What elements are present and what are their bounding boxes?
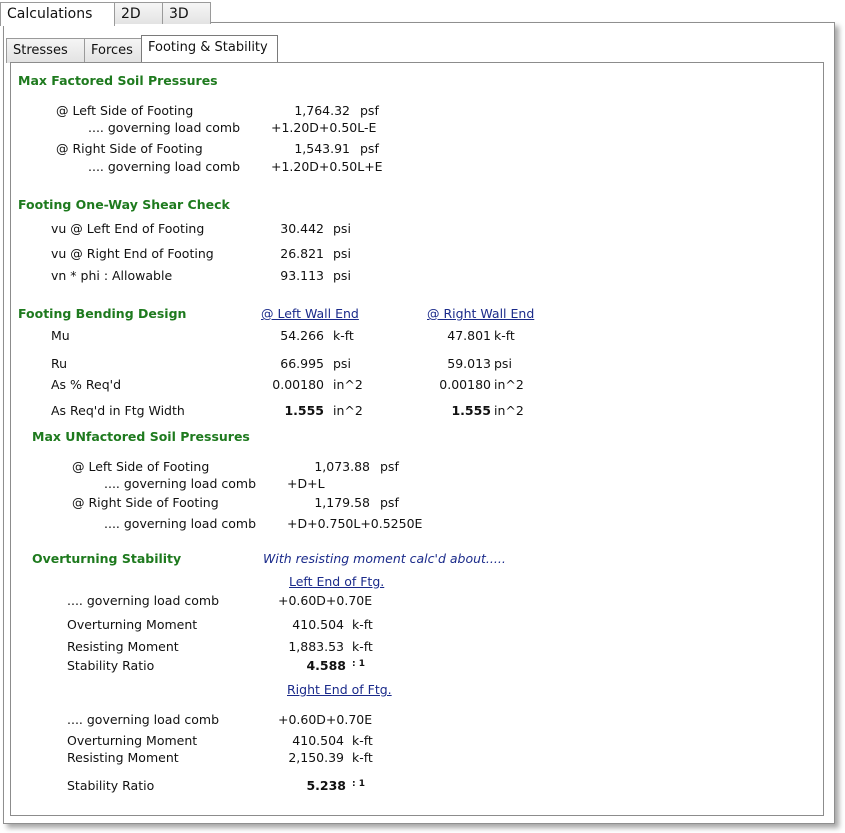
value-left-comb: +1.20D+0.50L-E: [271, 120, 377, 135]
value-ot-left-comb: +0.60D+0.70E: [278, 593, 373, 608]
section-title-shear: Footing One-Way Shear Check: [18, 197, 230, 212]
label-rm-right: Resisting Moment: [67, 750, 179, 765]
value-as-req-left: 1.555: [284, 403, 324, 418]
label-unf-left-side: @ Left Side of Footing: [72, 459, 210, 474]
value-ot-right-comb: +0.60D+0.70E: [278, 712, 373, 727]
value-unf-right-pressure: 1,179.58: [314, 495, 370, 510]
header-right-end-ftg[interactable]: Right End of Ftg.: [287, 683, 392, 697]
section-title-soil: Max Factored Soil Pressures: [18, 73, 218, 88]
label-ot-left-comb: .... governing load comb: [67, 593, 220, 608]
section-title-overturning: Overturning Stability: [32, 551, 182, 566]
label-vn: vn * phi : Allowable: [51, 268, 173, 283]
value-right-pressure: 1,543.91: [294, 141, 350, 156]
unit-as-req-left: in^2: [333, 403, 363, 418]
label-right-comb: .... governing load comb: [88, 159, 241, 174]
label-unf-right-comb: .... governing load comb: [104, 516, 257, 531]
value-ot-left-moment: 410.504: [292, 617, 344, 632]
label-ot-right-comb: .... governing load comb: [67, 712, 220, 727]
value-as-pct-left: 0.00180: [272, 377, 324, 392]
tab-3d[interactable]: 3D: [162, 2, 211, 24]
ratio-suffix-left: : 1: [352, 659, 365, 669]
label-as-pct: As % Req'd: [51, 377, 122, 392]
value-vn: 93.113: [280, 268, 324, 283]
value-unf-right-comb: +D+0.750L+0.5250E: [287, 516, 423, 531]
value-as-pct-right: 0.00180: [439, 377, 491, 392]
label-ru: Ru: [51, 356, 68, 371]
label-left-side: @ Left Side of Footing: [56, 103, 194, 118]
value-ot-right-moment: 410.504: [292, 733, 344, 748]
label-sr-right: Stability Ratio: [67, 778, 155, 793]
ratio-suffix-right: : 1: [352, 779, 365, 789]
label-unf-right-side: @ Right Side of Footing: [72, 495, 219, 510]
value-ru-left: 66.995: [280, 356, 324, 371]
overturning-note: With resisting moment calc'd about.....: [263, 551, 506, 566]
tab-calculations[interactable]: Calculations: [0, 2, 115, 26]
value-unf-left-comb: +D+L: [287, 476, 325, 491]
unit-ru-left: psi: [333, 356, 351, 371]
label-left-comb: .... governing load comb: [88, 120, 241, 135]
value-sr-right: 5.238: [306, 778, 346, 793]
unit-unf-left-pressure: psf: [380, 459, 399, 474]
label-vu-right: vu @ Right End of Footing: [51, 246, 214, 261]
label-ot-right-moment: Overturning Moment: [67, 733, 198, 748]
label-unf-left-comb: .... governing load comb: [104, 476, 257, 491]
unit-ru-right: psi: [494, 356, 512, 371]
subtab-forces[interactable]: Forces: [84, 38, 146, 63]
value-rm-right: 2,150.39: [288, 750, 344, 765]
label-rm-left: Resisting Moment: [67, 639, 179, 654]
subtab-stresses[interactable]: Stresses: [6, 38, 88, 63]
header-right-wall-end[interactable]: @ Right Wall End: [427, 307, 534, 321]
header-left-wall-end[interactable]: @ Left Wall End: [261, 307, 359, 321]
unit-ot-left-moment: k-ft: [352, 617, 373, 632]
value-mu-left: 54.266: [280, 328, 324, 343]
value-unf-left-pressure: 1,073.88: [314, 459, 370, 474]
value-vu-left: 30.442: [280, 221, 324, 236]
value-mu-right: 47.801: [447, 328, 491, 343]
section-title-unfactored: Max UNfactored Soil Pressures: [32, 429, 250, 444]
value-ru-right: 59.013: [447, 356, 491, 371]
label-mu: Mu: [51, 328, 70, 343]
unit-right-pressure: psf: [360, 141, 379, 156]
label-ot-left-moment: Overturning Moment: [67, 617, 198, 632]
unit-unf-right-pressure: psf: [380, 495, 399, 510]
label-vu-left: vu @ Left End of Footing: [51, 221, 205, 236]
unit-vu-left: psi: [333, 221, 351, 236]
value-left-pressure: 1,764.32: [294, 103, 350, 118]
unit-mu-right: k-ft: [494, 328, 515, 343]
unit-as-pct-left: in^2: [333, 377, 363, 392]
unit-rm-left: k-ft: [352, 639, 373, 654]
value-sr-left: 4.588: [306, 658, 346, 673]
section-title-bending: Footing Bending Design: [18, 306, 187, 321]
unit-rm-right: k-ft: [352, 750, 373, 765]
unit-left-pressure: psf: [360, 103, 379, 118]
unit-ot-right-moment: k-ft: [352, 733, 373, 748]
value-as-req-right: 1.555: [451, 403, 491, 418]
label-right-side: @ Right Side of Footing: [56, 141, 203, 156]
unit-vu-right: psi: [333, 246, 351, 261]
label-as-req: As Req'd in Ftg Width: [51, 403, 185, 418]
unit-mu-left: k-ft: [333, 328, 354, 343]
unit-vn: psi: [333, 268, 351, 283]
value-vu-right: 26.821: [280, 246, 324, 261]
unit-as-req-right: in^2: [494, 403, 524, 418]
tab-2d[interactable]: 2D: [114, 2, 163, 24]
subtab-footing-stability[interactable]: Footing & Stability: [141, 35, 278, 62]
header-left-end-ftg[interactable]: Left End of Ftg.: [289, 575, 384, 589]
value-rm-left: 1,883.53: [288, 639, 344, 654]
label-sr-left: Stability Ratio: [67, 658, 155, 673]
unit-as-pct-right: in^2: [494, 377, 524, 392]
value-right-comb: +1.20D+0.50L+E: [271, 159, 383, 174]
